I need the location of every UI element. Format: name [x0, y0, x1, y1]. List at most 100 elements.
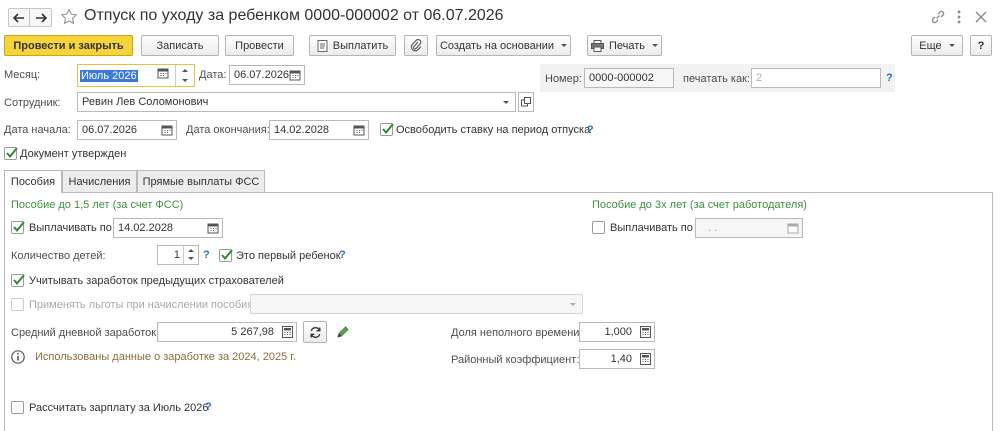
end-date-field[interactable]: 14.02.2028	[269, 120, 369, 140]
pay-until-checkbox[interactable]	[11, 221, 25, 234]
open-employee-button[interactable]	[518, 92, 534, 112]
post-and-close-label: Провести и закрыть	[13, 39, 124, 52]
spinner-up-icon[interactable]	[188, 249, 194, 252]
first-child-checkbox[interactable]	[219, 249, 233, 262]
release-rate-checkbox[interactable]	[380, 123, 394, 136]
dropdown-arrow-icon	[570, 303, 576, 306]
edit-pencil-icon[interactable]	[336, 325, 350, 339]
calculator-icon[interactable]	[638, 352, 652, 366]
calc-salary-label: Рассчитать зарплату за Июль 2026	[29, 402, 209, 414]
tab-accruals-label: Начисления	[68, 175, 131, 188]
pay-until-field[interactable]: 14.02.2028	[113, 218, 223, 238]
approved-checkbox[interactable]	[4, 147, 18, 160]
number-value: 0000-000002	[589, 72, 654, 84]
paperclip-icon	[410, 39, 422, 52]
more-vertical-icon[interactable]	[954, 9, 964, 25]
calc-salary-checkbox[interactable]	[11, 401, 24, 414]
avg-earnings-field[interactable]: 5 267,98	[157, 322, 297, 342]
number-label: Номер:	[545, 73, 582, 85]
date-field[interactable]: 06.07.2026	[229, 65, 305, 85]
calendar-icon[interactable]	[206, 221, 220, 235]
link-icon[interactable]	[930, 9, 946, 25]
post-and-close-button[interactable]: Провести и закрыть	[4, 35, 133, 56]
info-icon	[11, 350, 25, 364]
privileges-checkbox	[11, 298, 24, 311]
tab-benefits[interactable]: Пособия	[4, 170, 62, 193]
children-spinner[interactable]	[183, 246, 198, 264]
title-bar: Отпуск по уходу за ребенком 0000-000002 …	[0, 0, 1000, 34]
month-calendar-icon[interactable]	[157, 67, 171, 81]
first-child-help[interactable]: ?	[339, 249, 346, 261]
pay-until-3-label: Выплачивать по	[610, 222, 693, 234]
start-date-label: Дата начала:	[4, 124, 71, 136]
checkmark-icon	[13, 221, 25, 233]
more-label: Еще	[919, 39, 942, 52]
calculator-icon[interactable]	[280, 325, 294, 339]
pay-until-3-checkbox[interactable]	[592, 221, 605, 234]
avg-earnings-value: 5 267,98	[231, 326, 274, 338]
help-button[interactable]: ?	[970, 35, 992, 56]
attach-button[interactable]	[404, 35, 428, 56]
post-button[interactable]: Провести	[225, 35, 294, 56]
tab-accruals[interactable]: Начисления	[62, 170, 137, 192]
calendar-icon	[786, 221, 800, 235]
print-as-label: печатать как:	[683, 73, 750, 85]
close-icon[interactable]	[974, 10, 988, 24]
calc-salary-help[interactable]: ?	[205, 401, 212, 413]
release-rate-help[interactable]: ?	[587, 124, 594, 136]
spinner-up-icon[interactable]	[182, 69, 188, 72]
calculator-icon[interactable]	[638, 325, 652, 339]
tab-fss-payments[interactable]: Прямые выплаты ФСС	[137, 170, 265, 192]
document-title: Отпуск по уходу за ребенком 0000-000002 …	[84, 7, 504, 24]
info-text: Использованы данные о заработке за 2024,…	[35, 351, 297, 363]
start-date-value: 06.07.2026	[82, 124, 138, 136]
children-help[interactable]: ?	[203, 249, 210, 261]
month-value: Июль 2026	[80, 69, 138, 82]
arrow-right-icon	[35, 12, 47, 23]
approved-label: Документ утвержден	[20, 148, 127, 160]
print-as-help[interactable]: ?	[886, 72, 893, 84]
number-field: 0000-000002	[584, 68, 674, 88]
calendar-icon[interactable]	[288, 68, 302, 82]
help-label: ?	[977, 39, 985, 52]
employee-value: Ревин Лев Соломонович	[82, 96, 209, 108]
pay-label: Выплатить	[332, 39, 389, 52]
save-button[interactable]: Записать	[141, 35, 219, 56]
month-label: Месяц:	[4, 69, 41, 81]
create-based-on-label: Создать на основании	[439, 39, 555, 52]
parttime-field[interactable]: 1,000	[579, 322, 655, 342]
privileges-field	[250, 294, 583, 314]
checkmark-icon	[13, 274, 25, 286]
district-field[interactable]: 1,40	[579, 349, 655, 369]
favorite-star-icon[interactable]	[60, 8, 78, 26]
print-button[interactable]: Печать	[587, 35, 662, 56]
tab-fss-payments-label: Прямые выплаты ФСС	[142, 175, 260, 188]
more-button[interactable]: Еще	[911, 35, 963, 56]
end-date-value: 14.02.2028	[274, 124, 330, 136]
children-value: 1	[173, 249, 180, 261]
district-label: Районный коэффициент:	[451, 354, 580, 366]
forward-button[interactable]	[30, 8, 52, 27]
create-based-on-button[interactable]: Создать на основании	[436, 35, 571, 56]
start-date-field[interactable]: 06.07.2026	[77, 120, 177, 140]
print-as-field[interactable]: 2	[751, 68, 881, 88]
spinner-down-icon[interactable]	[188, 257, 194, 260]
refresh-button[interactable]	[303, 321, 327, 343]
employee-field[interactable]: Ревин Лев Соломонович	[77, 92, 516, 112]
calendar-icon[interactable]	[352, 123, 366, 137]
printer-icon	[590, 39, 604, 52]
children-field[interactable]: 1	[157, 245, 199, 265]
pay-button[interactable]: Выплатить	[309, 35, 396, 56]
release-rate-label: Освободить ставку на период отпуска	[396, 124, 591, 136]
checkmark-icon	[382, 123, 394, 135]
pay-until-3-value: . .	[708, 222, 718, 234]
calendar-icon[interactable]	[160, 123, 174, 137]
section-15-title: Пособие до 1,5 лет (за счет ФСС)	[11, 199, 184, 211]
month-spinner[interactable]	[175, 65, 193, 86]
dropdown-arrow-icon[interactable]	[503, 101, 509, 104]
back-button[interactable]	[8, 8, 30, 27]
checkmark-icon	[221, 249, 233, 261]
prev-insurers-checkbox[interactable]	[11, 274, 25, 287]
spinner-down-icon[interactable]	[182, 79, 188, 82]
parttime-label: Доля неполного времени:	[451, 327, 583, 339]
